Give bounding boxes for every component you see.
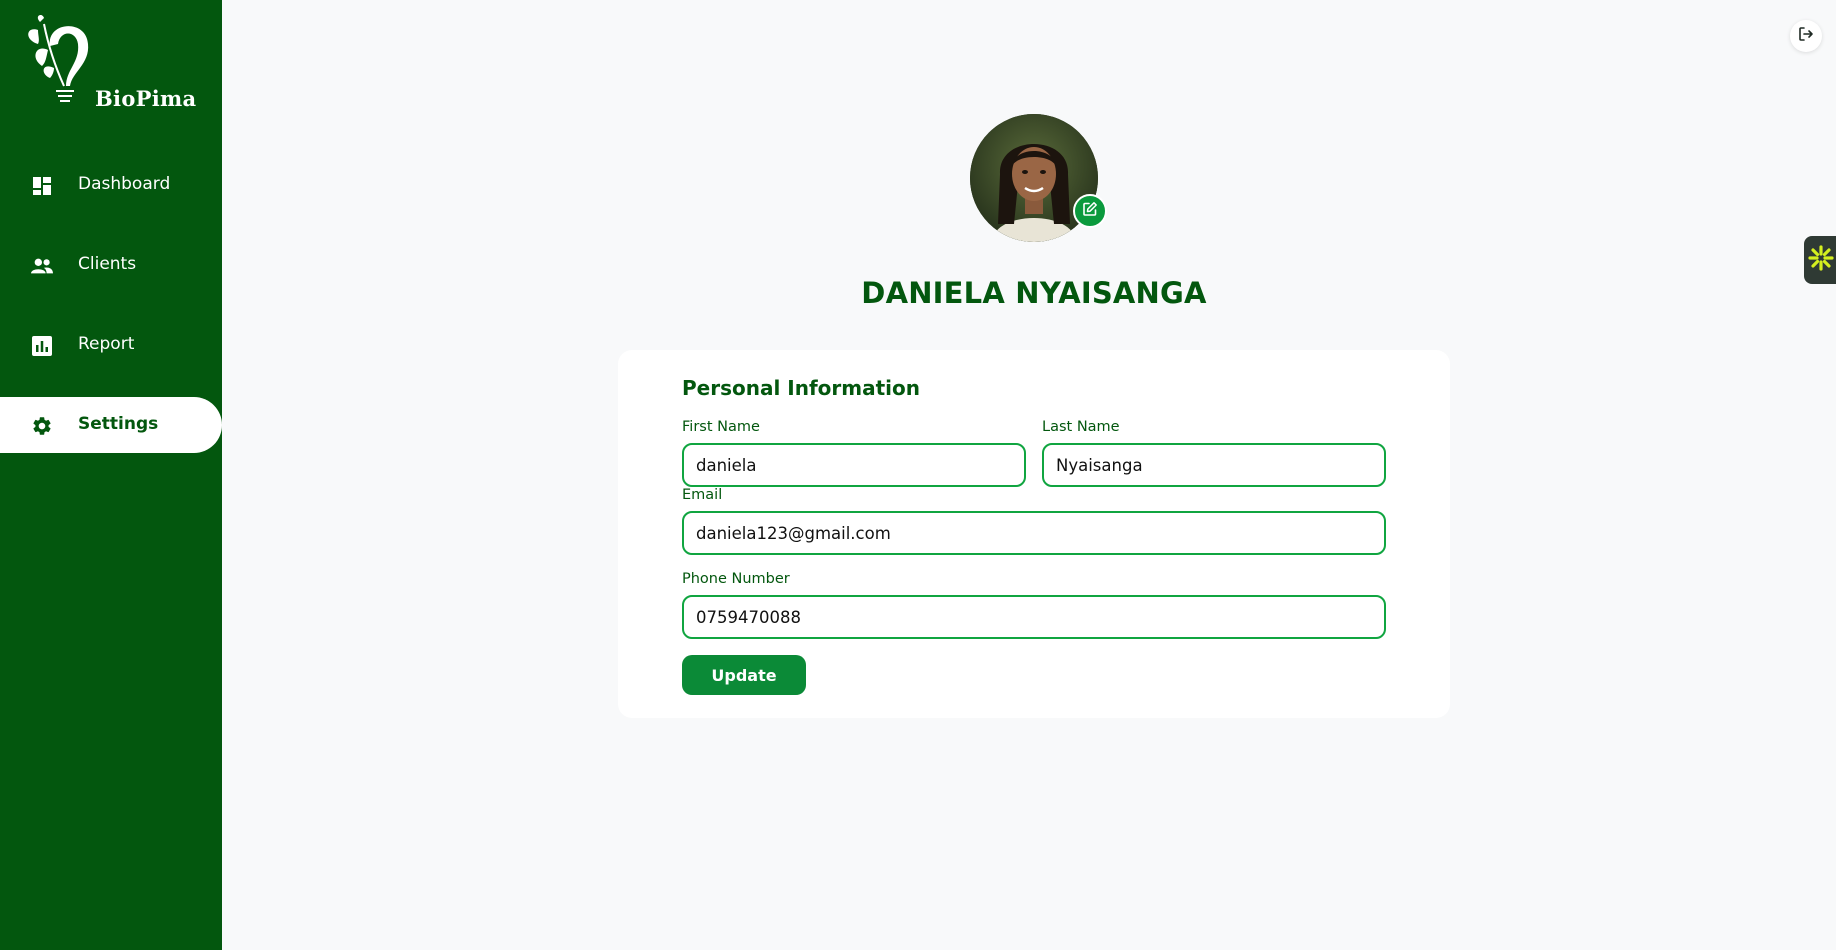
sidebar-item-report[interactable]: Report	[0, 317, 222, 373]
edit-avatar-button[interactable]	[1073, 194, 1107, 228]
phone-number-field[interactable]	[682, 595, 1386, 639]
sidebar-item-label: Clients	[78, 254, 137, 274]
profile-avatar-container	[970, 114, 1107, 242]
dashboard-icon	[31, 175, 53, 197]
sidebar-item-label: Report	[78, 334, 135, 354]
edit-icon	[1082, 201, 1098, 221]
email-field[interactable]	[682, 511, 1386, 555]
sidebar-item-label: Dashboard	[78, 174, 171, 194]
profile-name: DANIELA NYAISANGA	[861, 276, 1207, 310]
lightbulb-leaf-icon	[28, 15, 89, 102]
first-name-label: First Name	[682, 419, 760, 435]
phone-number-label: Phone Number	[682, 571, 790, 587]
last-name-label: Last Name	[1042, 419, 1120, 435]
logout-icon	[1798, 26, 1814, 46]
gear-icon	[31, 415, 53, 437]
brand-name: BioPima	[95, 86, 197, 111]
sidebar-item-clients[interactable]: Clients	[0, 237, 222, 293]
first-name-field[interactable]	[682, 443, 1026, 487]
bar-chart-icon	[31, 335, 53, 357]
last-name-field[interactable]	[1042, 443, 1386, 487]
asterisk-icon	[1807, 244, 1835, 276]
update-button[interactable]: Update	[682, 655, 806, 695]
brand-logo[interactable]: BioPima	[20, 14, 196, 114]
sidebar-item-label: Settings	[78, 414, 159, 434]
card-title: Personal Information	[682, 376, 920, 400]
people-icon	[31, 255, 53, 277]
floating-widget-button[interactable]	[1804, 236, 1836, 284]
sidebar-item-dashboard[interactable]: Dashboard	[0, 157, 222, 213]
sidebar-item-settings[interactable]: Settings	[0, 397, 222, 453]
logout-button[interactable]	[1790, 20, 1822, 52]
personal-information-card: Personal Information First Name Last Nam…	[618, 350, 1450, 718]
sidebar: BioPima Dashboard Clients Report Setting…	[0, 0, 222, 950]
email-label: Email	[682, 487, 723, 503]
